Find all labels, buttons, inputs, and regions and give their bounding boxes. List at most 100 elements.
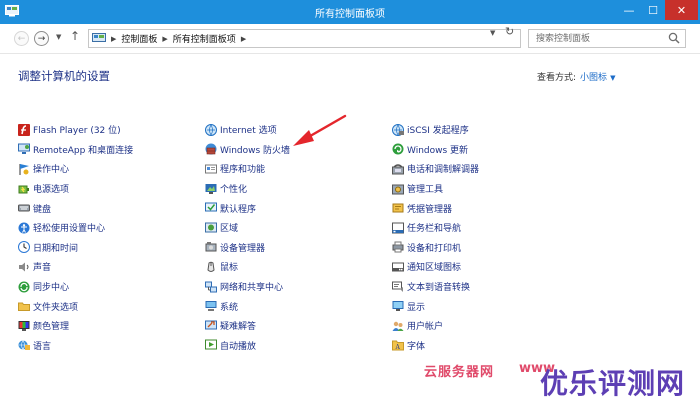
item-label[interactable]: 文件夹选项 (33, 300, 78, 313)
control-panel-item[interactable]: iSCSI 发起程序 (392, 120, 479, 140)
up-button[interactable]: ↑ (70, 29, 80, 43)
troubleshooting-icon (205, 320, 217, 330)
item-label[interactable]: 用户帐户 (407, 319, 443, 332)
breadcrumb-separator-icon[interactable]: ▶ (241, 35, 246, 43)
item-label[interactable]: 程序和功能 (220, 162, 265, 175)
control-panel-item[interactable]: Windows 防火墙 (205, 140, 290, 160)
item-label[interactable]: Windows 防火墙 (220, 143, 290, 156)
control-panel-item[interactable]: Flash Player (32 位) (18, 120, 133, 140)
control-panel-item[interactable]: 显示 (392, 296, 479, 316)
item-label[interactable]: 设备和打印机 (407, 241, 461, 254)
item-label[interactable]: 字体 (407, 339, 425, 352)
item-label[interactable]: 默认程序 (220, 202, 256, 215)
item-label[interactable]: 语言 (33, 339, 51, 352)
item-label[interactable]: 凭据管理器 (407, 202, 452, 215)
language-icon (18, 340, 30, 351)
item-label[interactable]: 疑难解答 (220, 319, 256, 332)
item-label[interactable]: Windows 更新 (407, 143, 468, 156)
control-panel-item[interactable]: 管理工具 (392, 179, 479, 199)
item-label[interactable]: 网络和共享中心 (220, 280, 283, 293)
item-label[interactable]: Internet 选项 (220, 123, 277, 136)
refresh-icon[interactable]: ↻ (505, 25, 514, 38)
item-label[interactable]: 系统 (220, 300, 238, 313)
search-input[interactable] (529, 30, 659, 47)
control-panel-item[interactable]: Windows 更新 (392, 140, 479, 160)
control-panel-item[interactable]: 设备管理器 (205, 238, 290, 258)
control-panel-item[interactable]: 语言 (18, 336, 133, 356)
item-label[interactable]: 显示 (407, 300, 425, 313)
control-panel-item[interactable]: 轻松使用设置中心 (18, 218, 133, 238)
device-manager-icon (205, 242, 217, 252)
items-column-2: Internet 选项 Windows 防火墙 程序和功能个性化默认程序区域设备管理… (205, 120, 290, 355)
control-panel-item[interactable]: RemoteApp 和桌面连接 (18, 140, 133, 160)
sync-center-icon (18, 281, 30, 293)
item-label[interactable]: 通知区域图标 (407, 260, 461, 273)
control-panel-item[interactable]: 区域 (205, 218, 290, 238)
item-label[interactable]: 声音 (33, 260, 51, 273)
control-panel-item[interactable]: 电话和调制解调器 (392, 159, 479, 179)
breadcrumb-control-panel[interactable]: 控制面板 (121, 32, 157, 45)
search-box[interactable] (528, 29, 686, 48)
control-panel-item[interactable]: 电源选项 (18, 179, 133, 199)
control-panel-item[interactable]: Internet 选项 (205, 120, 290, 140)
recent-locations-dropdown-icon[interactable]: ▼ (56, 33, 61, 41)
item-label[interactable]: 同步中心 (33, 280, 69, 293)
item-label[interactable]: 任务栏和导航 (407, 221, 461, 234)
item-label[interactable]: 日期和时间 (33, 241, 78, 254)
item-label[interactable]: 管理工具 (407, 182, 443, 195)
item-label[interactable]: 轻松使用设置中心 (33, 221, 105, 234)
close-button[interactable]: ✕ (665, 0, 698, 20)
control-panel-item[interactable]: 程序和功能 (205, 159, 290, 179)
item-label[interactable]: 鼠标 (220, 260, 238, 273)
forward-button[interactable]: → (34, 31, 49, 46)
address-bar[interactable]: ▶ 控制面板 ▶ 所有控制面板项 ▶ (88, 29, 521, 48)
control-panel-item[interactable]: 颜色管理 (18, 316, 133, 336)
control-panel-item[interactable]: 设备和打印机 (392, 238, 479, 258)
breadcrumb-separator-icon[interactable]: ▶ (162, 35, 167, 43)
control-panel-item[interactable]: 通知区域图标 (392, 257, 479, 277)
control-panel-item[interactable]: 自动播放 (205, 336, 290, 356)
control-panel-item[interactable]: 用户帐户 (392, 316, 479, 336)
control-panel-item[interactable]: 日期和时间 (18, 238, 133, 258)
items-column-1: Flash Player (32 位) RemoteApp 和桌面连接 操作中心电源… (18, 120, 133, 355)
control-panel-item[interactable]: 凭据管理器 (392, 198, 479, 218)
item-label[interactable]: 电话和调制解调器 (407, 162, 479, 175)
back-button[interactable]: ← (14, 31, 29, 46)
item-label[interactable]: 个性化 (220, 182, 247, 195)
control-panel-item[interactable]: 网络和共享中心 (205, 277, 290, 297)
control-panel-item[interactable]: 任务栏和导航 (392, 218, 479, 238)
item-label[interactable]: 设备管理器 (220, 241, 265, 254)
item-label[interactable]: Flash Player (32 位) (33, 123, 121, 136)
control-panel-item[interactable]: 文件夹选项 (18, 296, 133, 316)
item-label[interactable]: 文本到语音转换 (407, 280, 470, 293)
address-dropdown-icon[interactable]: ▼ (490, 29, 495, 37)
item-label[interactable]: 操作中心 (33, 162, 69, 175)
control-panel-item[interactable]: 鼠标 (205, 257, 290, 277)
control-panel-item[interactable]: 疑难解答 (205, 316, 290, 336)
view-by-dropdown[interactable]: 小图标 (580, 73, 607, 83)
item-label[interactable]: 颜色管理 (33, 319, 69, 332)
minimize-button[interactable]: — (617, 0, 641, 20)
item-label[interactable]: 键盘 (33, 202, 51, 215)
item-label[interactable]: RemoteApp 和桌面连接 (33, 143, 133, 156)
control-panel-icon (92, 33, 106, 42)
control-panel-item[interactable]: 同步中心 (18, 277, 133, 297)
control-panel-item[interactable]: 系统 (205, 296, 290, 316)
svg-text:A: A (395, 344, 401, 351)
control-panel-item[interactable]: 键盘 (18, 198, 133, 218)
chevron-down-icon[interactable]: ▼ (610, 74, 615, 82)
item-label[interactable]: 区域 (220, 221, 238, 234)
item-label[interactable]: 电源选项 (33, 182, 69, 195)
breadcrumb-all-items[interactable]: 所有控制面板项 (173, 32, 236, 45)
control-panel-item[interactable]: 声音 (18, 257, 133, 277)
search-icon[interactable] (668, 32, 680, 44)
maximize-button[interactable]: ☐ (641, 0, 665, 20)
control-panel-item[interactable]: 操作中心 (18, 159, 133, 179)
remoteapp-icon (18, 143, 30, 155)
control-panel-item[interactable]: A 字体 (392, 336, 479, 356)
control-panel-item[interactable]: 个性化 (205, 179, 290, 199)
item-label[interactable]: iSCSI 发起程序 (407, 123, 469, 136)
item-label[interactable]: 自动播放 (220, 339, 256, 352)
control-panel-item[interactable]: 文本到语音转换 (392, 277, 479, 297)
control-panel-item[interactable]: 默认程序 (205, 198, 290, 218)
